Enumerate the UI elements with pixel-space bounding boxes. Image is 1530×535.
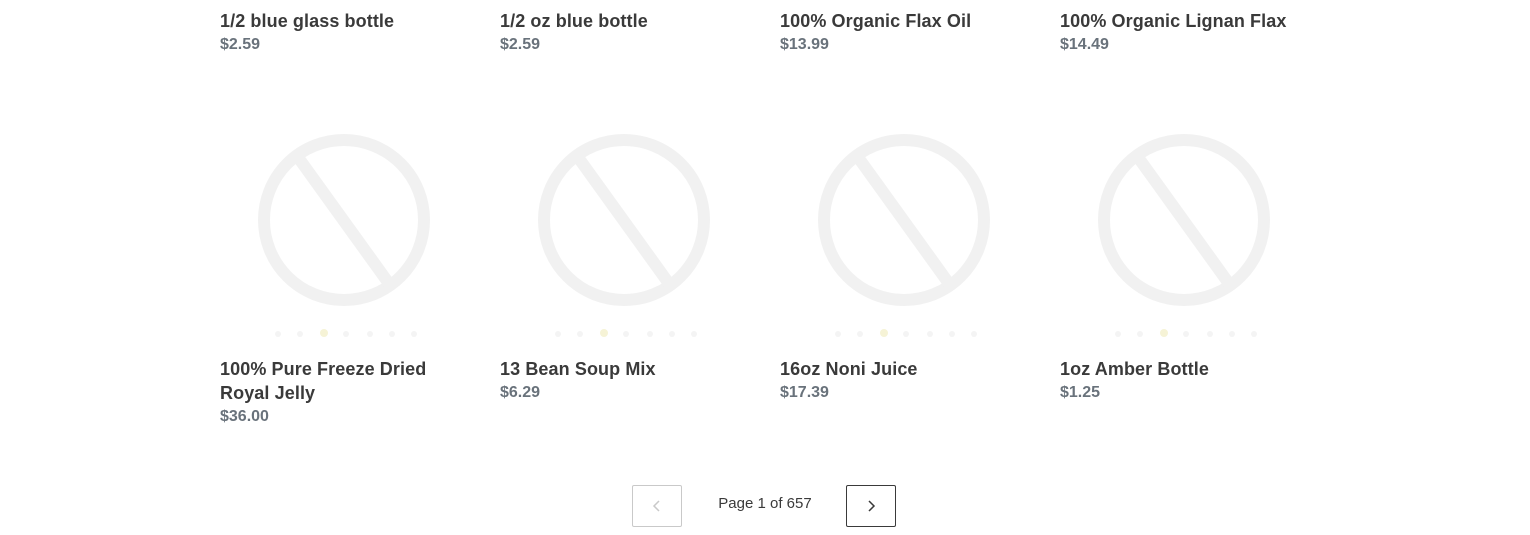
no-image-icon (258, 134, 430, 337)
product-price: $17.39 (780, 384, 829, 401)
product-price: $6.29 (500, 384, 541, 401)
product-title[interactable]: 13 Bean Soup Mix (500, 357, 760, 381)
product-image[interactable] (1060, 120, 1316, 368)
product-title[interactable]: 100% Pure Freeze Dried Royal Jelly (220, 357, 480, 405)
page-indicator: Page 1 of 657 (718, 495, 812, 512)
product-price: $36.00 (220, 408, 269, 425)
pagination: Page 1 of 657 (632, 485, 898, 535)
product-image[interactable] (780, 120, 1036, 368)
product-title[interactable]: 16oz Noni Juice (780, 357, 1040, 381)
product-title[interactable]: 100% Organic Flax Oil (780, 9, 1040, 33)
product-image[interactable] (500, 120, 756, 368)
product-price: $2.59 (220, 36, 261, 53)
previous-page-button[interactable] (632, 485, 682, 527)
product-price: $1.25 (1060, 384, 1101, 401)
product-title[interactable]: 100% Organic Lignan Flax (1060, 9, 1320, 33)
product-title[interactable]: 1/2 oz blue bottle (500, 9, 760, 33)
no-image-icon (818, 134, 990, 337)
chevron-right-icon (868, 500, 876, 512)
chevron-left-icon (652, 500, 660, 512)
no-image-icon (538, 134, 710, 337)
product-image[interactable] (220, 120, 476, 368)
product-price: $14.49 (1060, 36, 1109, 53)
product-title[interactable]: 1oz Amber Bottle (1060, 357, 1320, 381)
next-page-button[interactable] (846, 485, 896, 527)
product-title[interactable]: 1/2 blue glass bottle (220, 9, 480, 33)
no-image-icon (1098, 134, 1270, 337)
product-price: $13.99 (780, 36, 829, 53)
product-price: $2.59 (500, 36, 541, 53)
